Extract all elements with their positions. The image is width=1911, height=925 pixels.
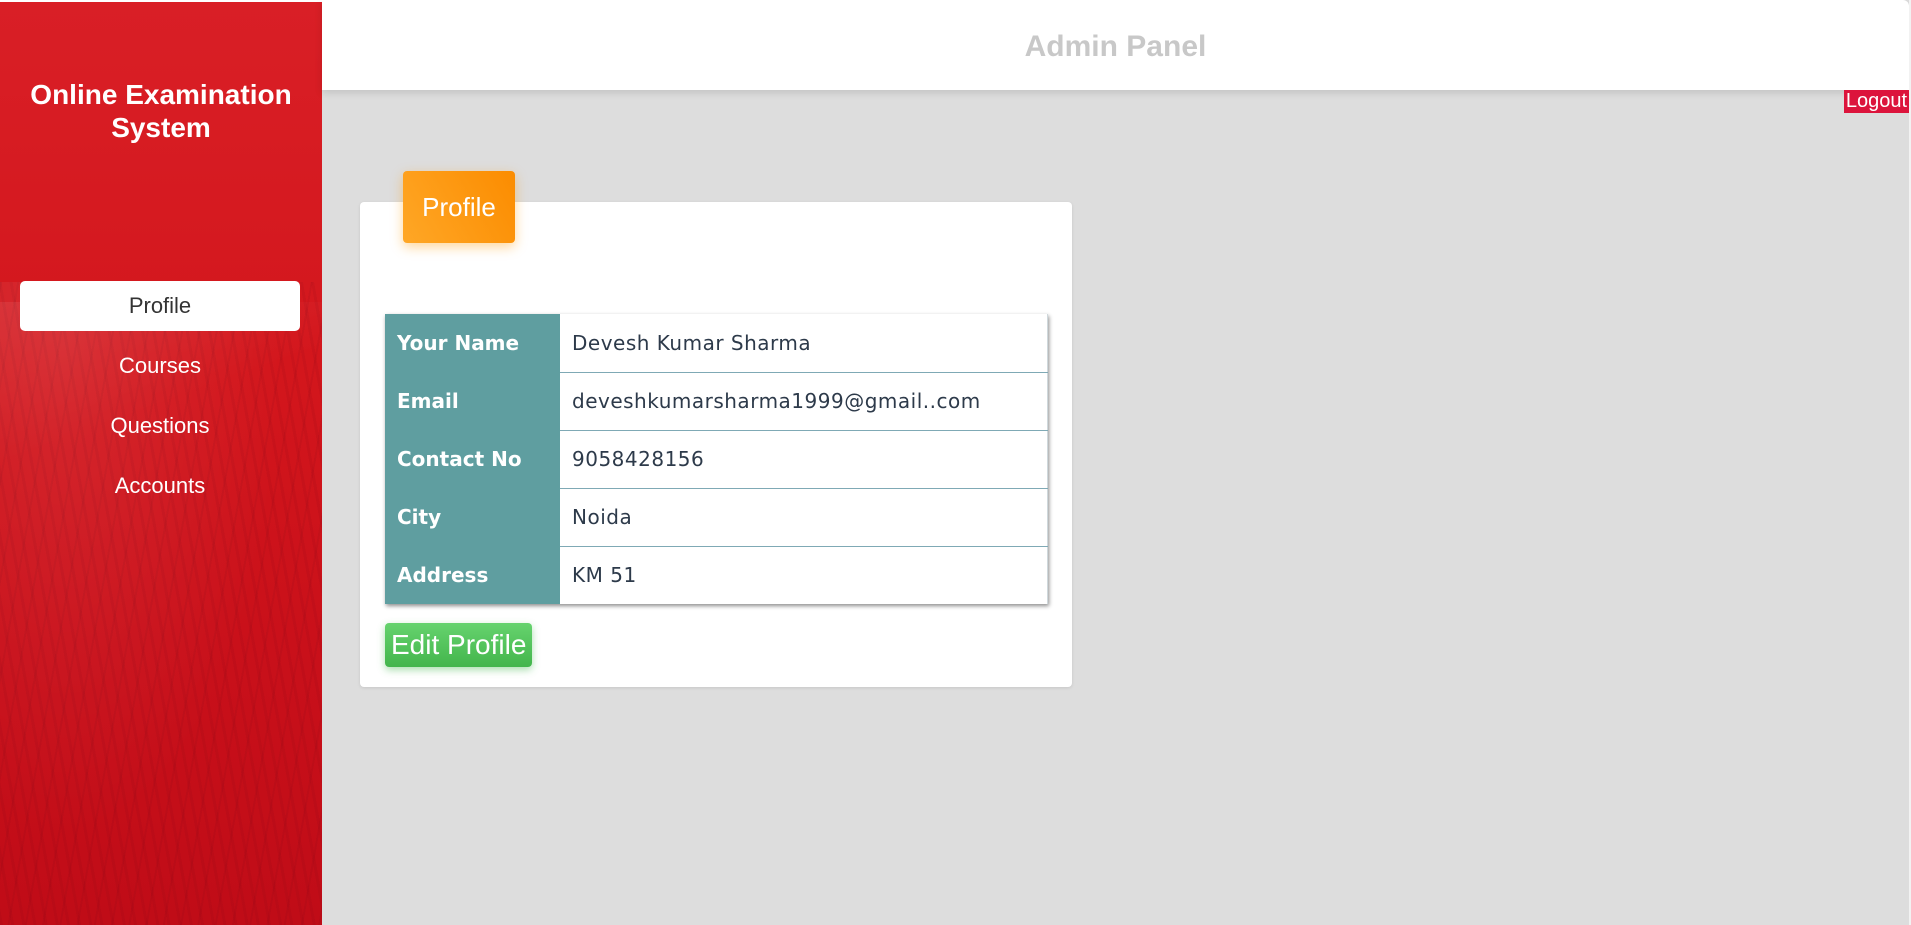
profile-table: Your Name Devesh Kumar Sharma Email deve… [385, 314, 1048, 604]
table-row: Email deveshkumarsharma1999@gmail..com [385, 372, 1048, 431]
row-label: City [385, 488, 560, 547]
sidebar-item-accounts[interactable]: Accounts [20, 461, 300, 511]
app-title-line1: Online Examination [30, 79, 292, 110]
main-content: Admin Panel Logout Profile Your Name Dev… [322, 0, 1911, 925]
row-label: Email [385, 372, 560, 431]
sidebar: Online Examination System Profile Course… [0, 2, 322, 925]
table-row: Contact No 9058428156 [385, 430, 1048, 489]
sidebar-item-profile[interactable]: Profile [20, 281, 300, 331]
profile-card-header: Profile [403, 171, 515, 243]
app-title: Online Examination System [0, 78, 322, 144]
row-value: Devesh Kumar Sharma [560, 314, 1048, 373]
profile-card: Profile Your Name Devesh Kumar Sharma Em… [360, 171, 1072, 687]
table-row: Address KM 51 [385, 546, 1048, 604]
row-value: KM 51 [560, 546, 1048, 604]
page-title: Admin Panel [1024, 30, 1207, 63]
row-label: Your Name [385, 314, 560, 373]
row-value: deveshkumarsharma1999@gmail..com [560, 372, 1048, 431]
row-label: Contact No [385, 430, 560, 489]
table-row: City Noida [385, 488, 1048, 547]
app-title-line2: System [111, 112, 211, 143]
sidebar-item-questions[interactable]: Questions [20, 401, 300, 451]
sidebar-nav: Profile Courses Questions Accounts [20, 281, 300, 521]
row-label: Address [385, 546, 560, 604]
row-value: Noida [560, 488, 1048, 547]
sidebar-item-courses[interactable]: Courses [20, 341, 300, 391]
row-value: 9058428156 [560, 430, 1048, 489]
logout-button[interactable]: Logout [1843, 90, 1909, 113]
table-row: Your Name Devesh Kumar Sharma [385, 314, 1048, 373]
edit-profile-button[interactable]: Edit Profile [385, 623, 533, 667]
top-header: Admin Panel [322, 0, 1909, 90]
